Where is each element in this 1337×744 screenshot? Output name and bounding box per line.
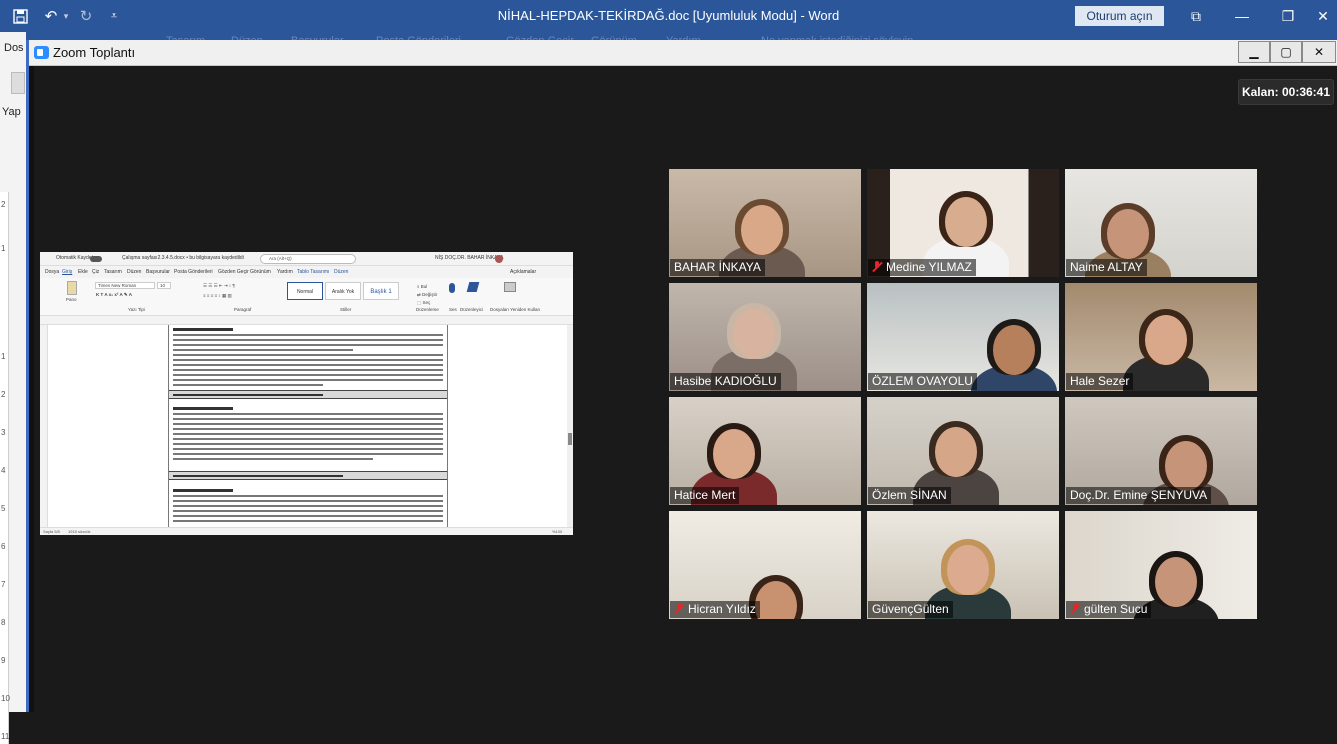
muted-mic-icon: [674, 603, 684, 614]
zoom-window-edge: [29, 66, 34, 712]
minimize-icon[interactable]: —: [1219, 0, 1265, 32]
paste-icon[interactable]: [11, 72, 25, 94]
participant-name-label: Medine YILMAZ: [868, 259, 976, 276]
shared-ribbon: Pano Times New Roman 10 K T A x₂ x² A ✎ …: [40, 278, 573, 316]
participant-name-label: gülten Sucu: [1066, 601, 1152, 618]
participant-face: [945, 197, 987, 247]
style-normal: Normal: [287, 282, 323, 300]
muted-mic-icon: [872, 261, 882, 272]
participant-name: Hatice Mert: [674, 488, 736, 502]
participant-name: Doç.Dr. Emine ŞENYUVA: [1070, 488, 1208, 502]
participant-name-label: BAHAR İNKAYA: [670, 259, 765, 276]
participant-face: [733, 309, 775, 359]
participant-name: Hale Sezer: [1070, 374, 1130, 388]
participant-name-label: Hicran Yıldız: [670, 601, 760, 618]
font-size-box: 10: [157, 282, 171, 289]
shared-word-title-bar: Otomatik Kaydet Çalışma sayfası2.3.4.5.d…: [40, 252, 573, 266]
participant-name-label: Hatice Mert: [670, 487, 740, 504]
participant-video-tile[interactable]: Hasibe KADIOĞLU: [669, 283, 861, 391]
participant-video-tile[interactable]: Hicran Yıldız: [669, 511, 861, 619]
participant-name: Hicran Yıldız: [688, 602, 756, 616]
participant-name: BAHAR İNKAYA: [674, 260, 761, 274]
paste-icon: [67, 281, 77, 295]
shared-doc-page: [168, 325, 448, 527]
participant-video-tile[interactable]: ÖZLEM OVAYOLU: [867, 283, 1059, 391]
paste-group-label: Yap: [2, 106, 21, 118]
participant-video-tile[interactable]: GüvençGülten: [867, 511, 1059, 619]
participant-video-tile[interactable]: Doç.Dr. Emine ŞENYUVA: [1065, 397, 1257, 505]
shared-doc-name: Çalışma sayfası2.3.4.5.docx • bu bilgisa…: [122, 255, 244, 261]
participant-name: Medine YILMAZ: [886, 260, 972, 274]
participant-name: ÖZLEM OVAYOLU: [872, 374, 973, 388]
shared-user-name: NİŞ DOÇ.DR. BAHAR İNKAYA: [435, 255, 504, 261]
style-no-spacing: Aralık Yok: [325, 282, 361, 300]
participant-video-tile[interactable]: Hale Sezer: [1065, 283, 1257, 391]
participant-name-label: GüvençGülten: [868, 601, 953, 618]
muted-mic-icon: [1070, 603, 1080, 614]
zoom-maximize-button[interactable]: ▢: [1270, 41, 1302, 63]
participant-face: [935, 427, 977, 477]
participant-face: [1155, 557, 1197, 607]
participant-video-tile[interactable]: Medine YILMAZ: [867, 169, 1059, 277]
participant-name-label: Doç.Dr. Emine ŞENYUVA: [1066, 487, 1212, 504]
shared-scrollbar: [567, 325, 573, 527]
shared-quick-toolbar: [40, 316, 573, 325]
shared-status-bar: Sayfa 5/5 1915 sözcük %100: [40, 527, 573, 535]
style-heading-1: Başlık 1: [363, 282, 399, 300]
user-avatar: [495, 255, 503, 263]
zoom-window-title: Zoom Toplantı: [53, 45, 136, 60]
participant-name-label: Özlem SİNAN: [868, 487, 951, 504]
participant-name-label: Hale Sezer: [1066, 373, 1134, 390]
participant-face: [993, 325, 1035, 375]
participant-name-label: ÖZLEM OVAYOLU: [868, 373, 977, 390]
shared-vertical-ruler: [40, 325, 48, 527]
zoom-minimize-button[interactable]: ▁: [1238, 41, 1270, 63]
sign-in-button[interactable]: Oturum açın: [1075, 6, 1164, 26]
participant-face: [1145, 315, 1187, 365]
participant-name: Hasibe KADIOĞLU: [674, 374, 777, 388]
vertical-ruler: 2 1 1 2 3 4 5 6 7 8 9 10 11: [0, 192, 10, 744]
autosave-toggle: [90, 256, 102, 262]
zoom-close-button[interactable]: ✕: [1302, 41, 1336, 63]
reuse-files-icon: [504, 282, 516, 292]
participant-video-tile[interactable]: Özlem SİNAN: [867, 397, 1059, 505]
participant-video-tile[interactable]: Naime ALTAY: [1065, 169, 1257, 277]
zoom-title-bar[interactable]: Zoom Toplantı ▁ ▢ ✕: [29, 40, 1337, 66]
participant-video-tile[interactable]: Hatice Mert: [669, 397, 861, 505]
participant-name-label: Naime ALTAY: [1066, 259, 1147, 276]
word-title-bar: ↶ ▾ ↻ ⩡ NİHAL-HEPDAK-TEKİRDAĞ.doc [Uyuml…: [0, 0, 1337, 32]
shared-ribbon-tabs: Dosya Giriş Ekle Çiz Tasarım Düzen Başvu…: [40, 266, 573, 290]
participant-video-tile[interactable]: BAHAR İNKAYA: [669, 169, 861, 277]
participant-video-tile[interactable]: gülten Sucu: [1065, 511, 1257, 619]
ribbon-display-options-icon[interactable]: ⧉: [1173, 0, 1219, 32]
autosave-label: Otomatik Kaydet: [56, 255, 93, 261]
participant-face: [741, 205, 783, 255]
participant-face: [1165, 441, 1207, 491]
close-icon[interactable]: ✕: [1300, 0, 1337, 32]
zoom-meeting-window: Zoom Toplantı ▁ ▢ ✕ Kalan: 00:36:41 Otom…: [26, 40, 1337, 712]
participant-face: [713, 429, 755, 479]
shared-search-box: Ara (Alt+Q): [260, 254, 356, 264]
participant-name-label: Hasibe KADIOĞLU: [670, 373, 781, 390]
shared-doc-body: [40, 325, 573, 527]
participant-face: [1107, 209, 1149, 259]
participant-name: GüvençGülten: [872, 602, 949, 616]
shared-screen[interactable]: Otomatik Kaydet Çalışma sayfası2.3.4.5.d…: [40, 252, 573, 535]
zoom-logo-icon: [34, 46, 49, 59]
font-name-box: Times New Roman: [95, 282, 155, 289]
word-left-edge: Dos Yap 2 1 1 2 3 4 5 6 7 8 9 10 11: [0, 32, 26, 744]
editor-icon: [466, 282, 480, 292]
file-tab[interactable]: Dos: [4, 42, 24, 54]
participant-name: Özlem SİNAN: [872, 488, 947, 502]
dictate-icon: [449, 283, 455, 293]
participant-face: [947, 545, 989, 595]
participant-name: Naime ALTAY: [1070, 260, 1143, 274]
meeting-time-remaining: Kalan: 00:36:41: [1238, 79, 1334, 105]
participant-name: gülten Sucu: [1084, 602, 1148, 616]
